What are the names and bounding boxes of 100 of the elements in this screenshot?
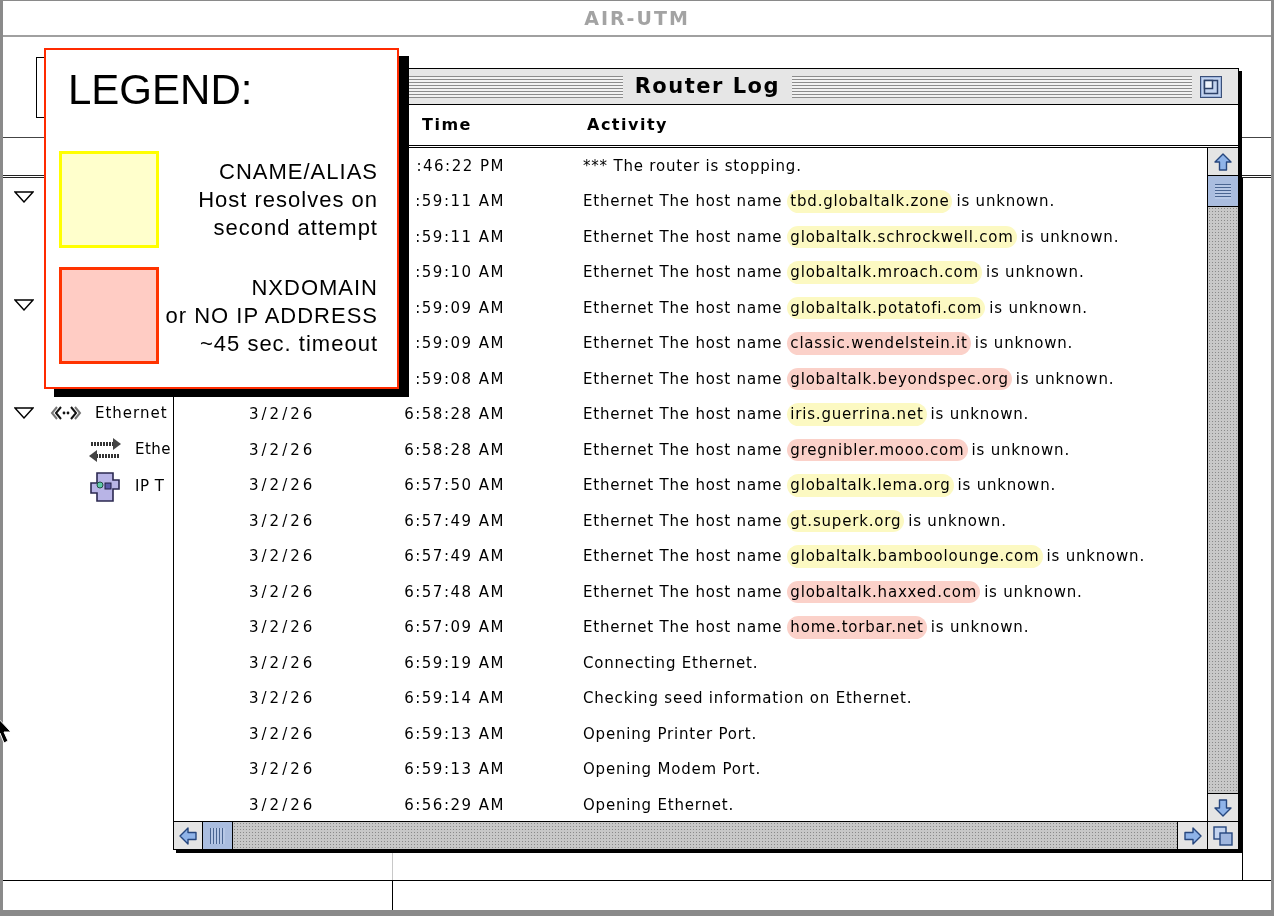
disclosure-triangle-icon[interactable] (14, 407, 34, 419)
column-header[interactable]: Time (422, 115, 472, 134)
log-message: is unknown. (989, 297, 1088, 319)
log-time: :59:10 AM (415, 262, 505, 283)
log-time: :59:08 AM (415, 368, 505, 390)
log-message: Ethernet The host name (583, 333, 783, 354)
log-message: *** The router is stopping. (583, 155, 802, 177)
left-arrow-icon (178, 825, 198, 846)
log-time: :59:11 AM (415, 191, 505, 212)
legend-title: LEGEND: (68, 66, 253, 113)
down-arrow-icon (1213, 797, 1233, 818)
scroll-up-button[interactable] (1208, 148, 1238, 176)
log-time: 6:57:50 AM (404, 475, 505, 496)
hostname-highlight: home.torbar.net (787, 616, 927, 639)
log-message: is unknown. (1015, 368, 1115, 390)
log-time: 6:59:13 AM (404, 759, 505, 780)
resize-icon[interactable] (1213, 825, 1233, 846)
log-time: 6:57:48 AM (404, 581, 505, 603)
right-arrow-icon (1182, 825, 1203, 846)
hostname-highlight: classic.wendelstein.it (787, 332, 971, 355)
log-message: is unknown. (930, 404, 1030, 425)
log-message: Opening Ethernet. (583, 794, 734, 816)
hostname-highlight: iris.guerrina.net (787, 403, 927, 426)
log-time: :59:09 AM (415, 297, 505, 319)
log-message: Ethernet The host name (583, 475, 783, 496)
log-message: Ethernet The host name (583, 546, 783, 567)
log-time: 6:58:28 AM (404, 439, 505, 461)
legend-label: CNAME/ALIAS Host resolves on second attempt (198, 157, 378, 242)
up-arrow-icon (1213, 151, 1233, 172)
log-message: Ethernet The host name (583, 581, 783, 603)
legend-label: NXDOMAIN or NO IP ADDRESS ~45 sec. timeout (165, 273, 378, 358)
log-message: is unknown. (985, 262, 1085, 283)
log-time: 6:59:19 AM (404, 652, 505, 674)
sidebar-item[interactable]: Ethernet (95, 401, 168, 425)
log-message: is unknown. (1046, 546, 1145, 567)
log-message: is unknown. (1020, 226, 1120, 248)
log-message: Checking seed information on Ethernet. (583, 688, 913, 709)
log-message: Ethernet The host name (583, 297, 783, 319)
scroll-down-button[interactable] (1208, 793, 1238, 821)
log-message: is unknown. (956, 191, 1055, 212)
log-time: 6:58:28 AM (404, 404, 505, 425)
log-message: Ethernet The host name (583, 226, 783, 248)
hostname-highlight: globaltalk.haxxed.com (787, 580, 981, 603)
column-header[interactable]: Activity (587, 115, 668, 134)
log-time: 6:56:29 AM (404, 794, 505, 816)
disclosure-triangle-icon[interactable] (14, 191, 34, 203)
log-message: is unknown. (957, 475, 1057, 496)
log-message: Ethernet The host name (583, 368, 783, 390)
scroll-thumb[interactable] (203, 822, 233, 849)
hostname-highlight: globaltalk.mroach.com (787, 261, 982, 284)
log-time: 6:57:09 AM (404, 617, 505, 638)
hostname-highlight: globaltalk.lema.org (787, 474, 954, 497)
log-time: :59:09 AM (415, 333, 505, 354)
log-time: 6:57:49 AM (404, 546, 505, 567)
log-message: is unknown. (974, 333, 1074, 354)
hostname-highlight: gregnibler.mooo.com (787, 438, 968, 461)
disclosure-triangle-icon[interactable] (14, 299, 34, 311)
log-date: 3/2/26 (249, 511, 316, 530)
log-date: 3/2/26 (249, 476, 316, 494)
window-title: AIR-UTM (584, 5, 690, 31)
log-date: 3/2/26 (249, 795, 316, 814)
scroll-right-button[interactable] (1177, 822, 1207, 849)
window-title: Router Log (633, 72, 781, 100)
zoom-box-icon[interactable] (1200, 75, 1222, 98)
log-message: Ethernet The host name (583, 617, 783, 638)
vertical-scrollbar[interactable] (1207, 148, 1238, 821)
log-message: is unknown. (930, 617, 1030, 638)
log-time: 6:59:14 AM (404, 688, 505, 709)
log-date: 3/2/26 (249, 760, 316, 778)
log-message: Ethernet The host name (583, 262, 783, 283)
log-message: Opening Printer Port. (583, 723, 757, 745)
sidebar-item[interactable]: IP T (135, 475, 165, 498)
log-message: Opening Modem Port. (583, 759, 761, 780)
hostname-highlight: globaltalk.schrockwell.com (787, 225, 1017, 248)
hostname-highlight: globaltalk.potatofi.com (787, 296, 986, 319)
log-time: :46:22 PM (416, 155, 505, 177)
log-date: 3/2/26 (249, 547, 316, 565)
title-bar[interactable]: Router Log (409, 69, 1238, 104)
toolbar-button[interactable] (36, 57, 44, 118)
resize-handle[interactable] (1207, 822, 1238, 849)
hostname-highlight: tbd.globaltalk.zone (787, 190, 953, 213)
module-icon (88, 470, 122, 503)
log-message: is unknown. (971, 439, 1070, 461)
hostname-highlight: globaltalk.beyondspec.org (787, 367, 1012, 390)
log-time: 6:59:13 AM (404, 723, 505, 745)
scroll-left-button[interactable] (174, 822, 203, 849)
hostname-highlight: globaltalk.bamboolounge.com (787, 545, 1043, 568)
hostname-highlight: gt.superk.org (787, 509, 905, 532)
log-date: 3/2/26 (249, 724, 316, 743)
sidebar-item[interactable]: Ethe (135, 438, 172, 461)
log-time: 6:57:49 AM (404, 510, 505, 532)
log-date: 3/2/26 (249, 618, 316, 636)
log-message: Ethernet The host name (583, 439, 783, 461)
log-date: 3/2/26 (249, 689, 316, 707)
scroll-thumb[interactable] (1208, 176, 1238, 207)
log-message: is unknown. (984, 581, 1083, 603)
log-message: is unknown. (908, 510, 1007, 532)
two-arrows-icon (88, 436, 122, 463)
log-date: 3/2/26 (249, 405, 316, 423)
chevrons-dots-icon (50, 405, 82, 421)
